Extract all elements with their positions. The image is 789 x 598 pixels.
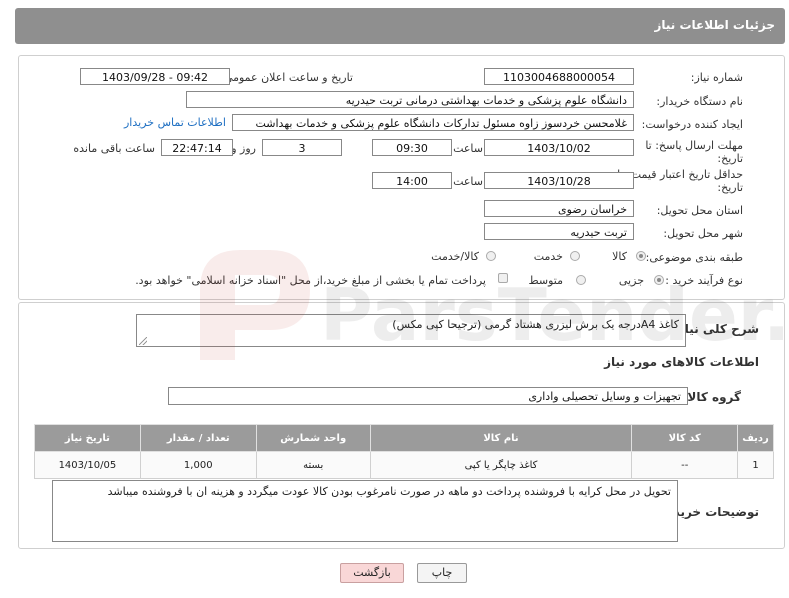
process-medium-radio[interactable] — [576, 275, 586, 285]
need-number-label: شماره نیاز: — [690, 71, 743, 84]
cell-item-code: -- — [631, 451, 739, 479]
process-minor-label: جزیی — [618, 274, 644, 287]
category-label: طبقه بندی موضوعی: — [645, 251, 743, 264]
creator-field: غلامحسن خردسوز زاوه مسئول تدارکات دانشگا… — [232, 114, 634, 131]
remaining-label: ساعت باقی مانده — [73, 142, 155, 155]
creator-label: ایجاد کننده درخواست: — [641, 118, 743, 131]
cell-unit: بسته — [255, 451, 371, 479]
validity-time-label: ساعت — [453, 175, 483, 188]
process-minor-radio[interactable] — [654, 275, 664, 285]
col-need-date: تاریخ نیاز — [34, 424, 141, 452]
province-field: خراسان رضوی — [484, 200, 634, 217]
page-header: جزئیات اطلاعات نیاز — [15, 8, 785, 44]
deadline-time-label: ساعت — [453, 142, 483, 155]
process-label: نوع فرآیند خرید : — [665, 274, 743, 287]
page-title: جزئیات اطلاعات نیاز — [654, 18, 775, 32]
print-button[interactable]: چاپ — [417, 563, 467, 583]
category-goods-service-radio[interactable] — [486, 251, 496, 261]
buyer-notes-text: تحویل در محل کرایه با فروشنده پرداخت دو … — [107, 485, 671, 498]
col-unit: واحد شمارش — [255, 424, 371, 452]
deadline-date-label: تاریخ: — [717, 152, 743, 165]
category-goods-label: کالا — [612, 250, 627, 263]
category-goods-service-label: کالا/خدمت — [431, 250, 479, 263]
goods-group-field: تجهیزات و وسایل تحصیلی واداری — [168, 387, 688, 405]
table-header-row: ردیف کد کالا نام کالا واحد شمارش تعداد /… — [34, 424, 774, 452]
col-item-name: نام کالا — [369, 424, 633, 452]
table-row[interactable]: 1 -- کاغذ چاپگر یا کپی بسته 1,000 1403/1… — [34, 451, 774, 479]
col-quantity: تعداد / مقدار — [139, 424, 257, 452]
category-goods-radio[interactable] — [636, 251, 646, 261]
col-item-code: کد کالا — [631, 424, 739, 452]
treasury-payment-checkbox[interactable] — [498, 273, 508, 283]
buyer-org-label: نام دستگاه خریدار: — [656, 95, 743, 108]
validity-date-field: 1403/10/28 — [484, 172, 634, 189]
validity-label: حداقل تاریخ اعتبار قیمت: تا — [617, 168, 743, 181]
description-textarea[interactable]: کاغذ A4درجه یک برش لیزری هشتاد گرمی (ترج… — [136, 314, 686, 347]
validity-time-field: 14:00 — [372, 172, 452, 189]
city-field: تربت حیدریه — [484, 223, 634, 240]
deadline-label: مهلت ارسال پاسخ: تا — [645, 139, 743, 152]
buyer-org-field: دانشگاه علوم پزشکی و خدمات بهداشتی درمان… — [186, 91, 634, 108]
category-service-label: خدمت — [533, 250, 563, 263]
cell-need-date: 1403/10/05 — [34, 451, 141, 479]
buyer-contact-link[interactable]: اطلاعات تماس خریدار — [124, 116, 226, 129]
cell-row-number: 1 — [737, 451, 774, 479]
province-label: استان محل تحویل: — [656, 204, 743, 217]
city-label: شهر محل تحویل: — [663, 227, 743, 240]
description-text: کاغذ A4درجه یک برش لیزری هشتاد گرمی (ترج… — [392, 318, 679, 331]
process-medium-label: متوسط — [528, 274, 563, 287]
back-button[interactable]: بازگشت — [340, 563, 404, 583]
cell-quantity: 1,000 — [139, 451, 257, 479]
col-row-number: ردیف — [737, 424, 774, 452]
days-label: روز و — [231, 142, 256, 155]
goods-table: ردیف کد کالا نام کالا واحد شمارش تعداد /… — [34, 424, 774, 479]
treasury-payment-note: پرداخت تمام یا بخشی از مبلغ خرید،از محل … — [135, 274, 486, 287]
goods-info-title: اطلاعات کالاهای مورد نیاز — [604, 355, 759, 369]
validity-date-label: تاریخ: — [717, 181, 743, 194]
announce-datetime-label: تاریخ و ساعت اعلان عمومی: — [220, 71, 353, 84]
goods-group-label: گروه کالا: — [682, 390, 741, 404]
cell-item-name: کاغذ چاپگر یا کپی — [369, 451, 633, 479]
deadline-time-field: 09:30 — [372, 139, 452, 156]
deadline-date-field: 1403/10/02 — [484, 139, 634, 156]
announce-datetime-field: 1403/09/28 - 09:42 — [80, 68, 230, 85]
need-number-field: 1103004688000054 — [484, 68, 634, 85]
buyer-notes-textarea[interactable]: تحویل در محل کرایه با فروشنده پرداخت دو … — [52, 480, 678, 542]
category-service-radio[interactable] — [570, 251, 580, 261]
resize-grip-icon[interactable] — [139, 337, 147, 345]
remaining-time-field: 22:47:14 — [161, 139, 233, 156]
deadline-days-field: 3 — [262, 139, 342, 156]
